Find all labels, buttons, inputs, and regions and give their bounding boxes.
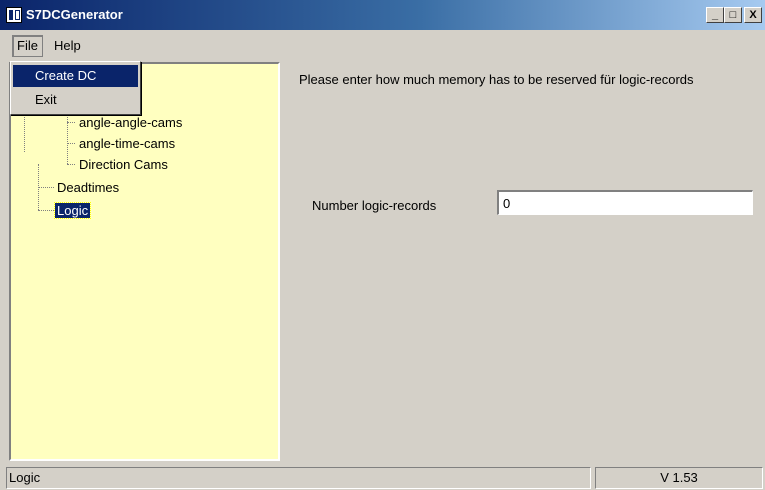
number-logic-records-input[interactable] — [497, 190, 753, 215]
status-text: Logic — [6, 467, 591, 489]
title-bar[interactable]: S7DCGenerator _ □ X — [0, 0, 765, 30]
window-title: S7DCGenerator — [26, 7, 123, 22]
minimize-button[interactable]: _ — [706, 7, 724, 23]
close-button[interactable]: X — [744, 7, 762, 23]
file-menu-dropdown: Create DC Exit — [10, 61, 141, 115]
menu-item-exit[interactable]: Exit — [13, 89, 138, 111]
menu-help[interactable]: Help — [50, 36, 85, 56]
tree-connector — [67, 143, 75, 144]
version-label: V 1.53 — [595, 467, 763, 489]
maximize-button[interactable]: □ — [724, 7, 742, 23]
close-icon: X — [749, 8, 757, 21]
minimize-icon: _ — [711, 8, 719, 21]
menu-bar: File Help — [0, 33, 765, 59]
tree-connector — [38, 187, 54, 188]
maximize-icon: □ — [729, 8, 737, 21]
menu-item-create-dc[interactable]: Create DC — [13, 65, 138, 87]
tree-connector — [67, 122, 75, 123]
tree-connector — [67, 164, 75, 165]
tree-item-deadtimes[interactable]: Deadtimes — [57, 180, 119, 195]
tree-item-angle-angle-cams[interactable]: angle-angle-cams — [79, 115, 182, 130]
tree-connector — [38, 210, 54, 211]
tree-view[interactable]: angle-angle-cams angle-time-cams Directi… — [9, 62, 280, 461]
app-icon — [6, 7, 22, 23]
tree-item-angle-time-cams[interactable]: angle-time-cams — [79, 136, 175, 151]
tree-item-direction-cams[interactable]: Direction Cams — [79, 157, 168, 172]
menu-file[interactable]: File — [12, 35, 43, 57]
number-logic-records-label: Number logic-records — [312, 198, 437, 213]
instruction-text: Please enter how much memory has to be r… — [299, 72, 694, 87]
tree-item-logic[interactable]: Logic — [53, 202, 92, 219]
